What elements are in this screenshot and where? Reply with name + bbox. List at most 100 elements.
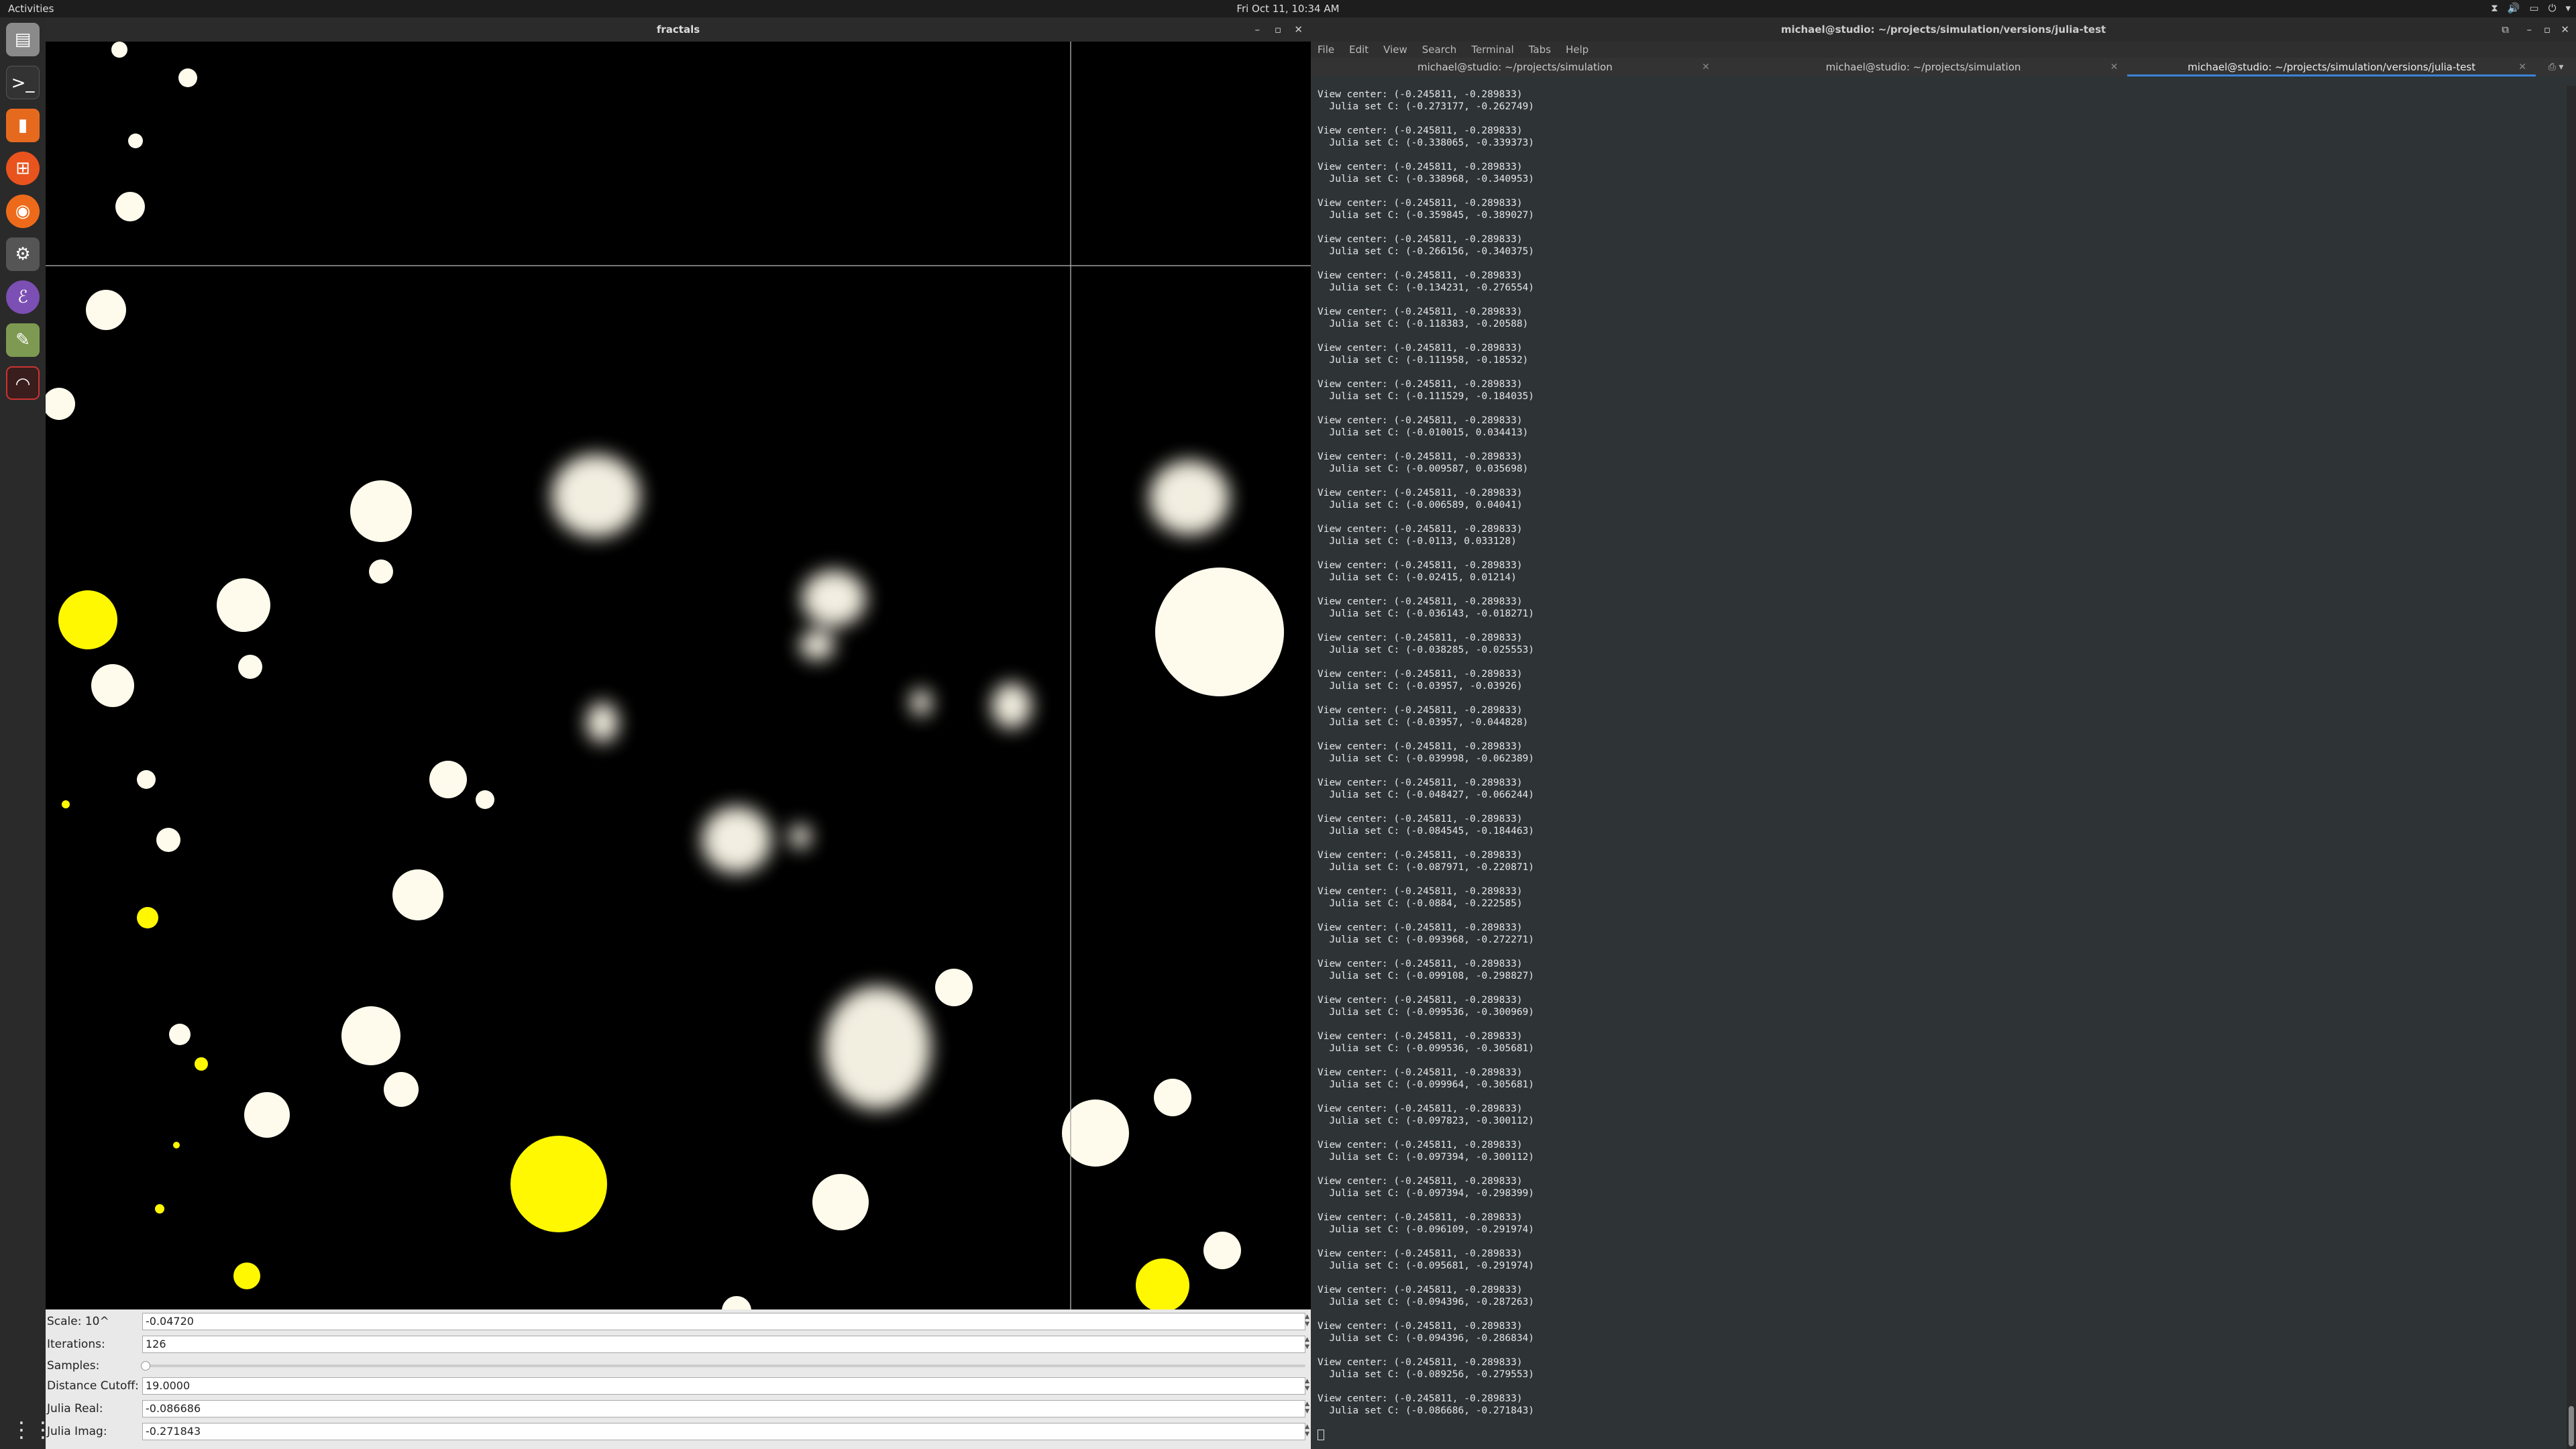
- log-entry: View center: (-0.245811, -0.289833) Juli…: [1318, 1356, 2559, 1393]
- clock[interactable]: Fri Oct 11, 10:34 AM: [0, 3, 2576, 15]
- tab-3[interactable]: michael@studio: ~/projects/simulation/ve…: [2127, 58, 2536, 76]
- terminal-scrollbar[interactable]: [2567, 86, 2576, 1449]
- julia-set-value: (-0.111529, -0.184035): [1405, 391, 1535, 402]
- scale-stepper[interactable]: ▲ ▼: [1305, 1313, 1309, 1328]
- julia-set-line: Julia set C: (-0.093968, -0.272271): [1318, 934, 1535, 945]
- maximize-icon[interactable]: ▫: [1275, 17, 1281, 42]
- log-entry: View center: (-0.245811, -0.289833) Juli…: [1318, 559, 2559, 596]
- menu-view[interactable]: View: [1383, 42, 1407, 58]
- log-entry: View center: (-0.245811, -0.289833) Juli…: [1318, 632, 2559, 668]
- log-entry: View center: (-0.245811, -0.289833) Juli…: [1318, 197, 2559, 233]
- samples-slider[interactable]: [141, 1361, 1305, 1371]
- scale-input[interactable]: -0.04720: [142, 1313, 1305, 1330]
- julia-set-value: (-0.111958, -0.18532): [1405, 355, 1529, 366]
- menu-terminal[interactable]: Terminal: [1471, 42, 1513, 58]
- terminal-output[interactable]: View center: (-0.245811, -0.289833) Juli…: [1311, 86, 2565, 1449]
- minimize-icon[interactable]: –: [1255, 17, 1260, 42]
- view-center-line: View center: (-0.245811, -0.289833): [1318, 270, 1523, 281]
- julia-set-line: Julia set C: (-0.099964, -0.305681): [1318, 1079, 1535, 1090]
- distance-cutoff-stepper[interactable]: ▲ ▼: [1305, 1378, 1309, 1393]
- julia-imag-stepper[interactable]: ▲ ▼: [1305, 1424, 1309, 1438]
- terminal-window: michael@studio: ~/projects/simulation/ve…: [1311, 17, 2576, 1449]
- fractals-titlebar[interactable]: fractals – ▫ ✕: [46, 17, 1311, 42]
- view-center-line: View center: (-0.245811, -0.289833): [1318, 1140, 1523, 1150]
- terminal-icon[interactable]: >_: [6, 66, 40, 99]
- julia-set-value: (-0.099536, -0.305681): [1405, 1043, 1535, 1054]
- iterations-label: Iterations:: [47, 1338, 105, 1351]
- view-center-line: View center: (-0.245811, -0.289833): [1318, 1212, 1523, 1223]
- julia-imag-input[interactable]: -0.271843: [142, 1423, 1305, 1440]
- close-tab-icon[interactable]: ✕: [2110, 58, 2118, 76]
- system-tray[interactable]: ⧗ 🔊 ▭ ⏻ ▾: [2491, 2, 2571, 14]
- menu-tabs[interactable]: Tabs: [1529, 42, 1551, 58]
- view-center-line: View center: (-0.245811, -0.289833): [1318, 415, 1523, 426]
- fractal-canvas[interactable]: [46, 42, 1311, 1309]
- view-center-line: View center: (-0.245811, -0.289833): [1318, 488, 1523, 498]
- view-center-line: View center: (-0.245811, -0.289833): [1318, 1285, 1523, 1295]
- julia-set-value: (-0.096109, -0.291974): [1405, 1224, 1535, 1235]
- log-entry: View center: (-0.245811, -0.289833) Juli…: [1318, 523, 2559, 559]
- close-tab-icon[interactable]: ✕: [2518, 58, 2526, 76]
- close-tab-icon[interactable]: ✕: [1702, 58, 1710, 76]
- firefox-icon[interactable]: ◉: [6, 195, 40, 228]
- distance-cutoff-input[interactable]: 19.0000: [142, 1377, 1305, 1395]
- view-center-line: View center: (-0.245811, -0.289833): [1318, 234, 1523, 245]
- julia-real-input[interactable]: -0.086686: [142, 1400, 1305, 1417]
- volume-icon[interactable]: 🔊: [2508, 2, 2520, 14]
- log-entry: View center: (-0.245811, -0.289833) Juli…: [1318, 1067, 2559, 1103]
- tab-menu-icon[interactable]: ⎙ ▾: [2536, 58, 2576, 76]
- julia-set-line: Julia set C: (-0.111529, -0.184035): [1318, 391, 1535, 402]
- slider-handle[interactable]: [141, 1361, 150, 1371]
- julia-set-value: (-0.097394, -0.298399): [1405, 1188, 1535, 1199]
- maximize-icon[interactable]: ▫: [2544, 17, 2551, 42]
- files-icon[interactable]: ▤: [6, 23, 40, 56]
- julia-set-value: (-0.089256, -0.279553): [1405, 1369, 1535, 1380]
- terminal-menubar: File Edit View Search Terminal Tabs Help: [1311, 42, 2576, 58]
- window-title: fractals: [656, 23, 700, 36]
- julia-set-value: (-0.134231, -0.276554): [1405, 282, 1535, 293]
- julia-set-value: (-0.087971, -0.220871): [1405, 862, 1535, 873]
- julia-set-value: (-0.094396, -0.286834): [1405, 1333, 1535, 1344]
- tab-1[interactable]: michael@studio: ~/projects/simulation ✕: [1311, 58, 1719, 76]
- view-center-line: View center: (-0.245811, -0.289833): [1318, 596, 1523, 607]
- iterations-stepper[interactable]: ▲ ▼: [1305, 1336, 1309, 1351]
- settings-icon[interactable]: ⚙: [6, 237, 40, 271]
- view-center-line: View center: (-0.245811, -0.289833): [1318, 850, 1523, 861]
- terminal-titlebar[interactable]: michael@studio: ~/projects/simulation/ve…: [1311, 17, 2576, 42]
- network-icon[interactable]: ⧗: [2491, 2, 2498, 14]
- tab-2[interactable]: michael@studio: ~/projects/simulation ✕: [1719, 58, 2128, 76]
- log-entry: View center: (-0.245811, -0.289833) Juli…: [1318, 487, 2559, 523]
- julia-real-stepper[interactable]: ▲ ▼: [1305, 1401, 1309, 1415]
- menu-help[interactable]: Help: [1566, 42, 1589, 58]
- fractal-render[interactable]: [46, 42, 1311, 1309]
- julia-set-value: (-0.0113, 0.033128): [1405, 536, 1517, 547]
- log-entry: View center: (-0.245811, -0.289833) Juli…: [1318, 741, 2559, 777]
- menu-search[interactable]: Search: [1422, 42, 1457, 58]
- iterations-input[interactable]: 126: [142, 1336, 1305, 1353]
- julia-set-line: Julia set C: (-0.03957, -0.044828): [1318, 717, 1529, 728]
- menu-edit[interactable]: Edit: [1349, 42, 1368, 58]
- scroll-thumb[interactable]: [2569, 1406, 2574, 1446]
- close-icon[interactable]: ✕: [2561, 17, 2569, 42]
- power-icon[interactable]: ⏻: [2548, 2, 2557, 14]
- julia-set-value: (-0.03957, -0.044828): [1405, 717, 1529, 728]
- julia-real-label: Julia Real:: [47, 1402, 103, 1415]
- julia-set-line: Julia set C: (-0.009587, 0.035698): [1318, 464, 1529, 474]
- ubuntu-software-icon[interactable]: ⊞: [6, 152, 40, 185]
- new-window-icon[interactable]: ⧉: [2502, 17, 2509, 42]
- log-entry: View center: (-0.245811, -0.289833) Juli…: [1318, 1212, 2559, 1248]
- app-icon[interactable]: ▮: [6, 109, 40, 142]
- julia-set-line: Julia set C: (-0.094396, -0.287263): [1318, 1297, 1535, 1307]
- close-icon[interactable]: ✕: [1294, 17, 1303, 42]
- view-center-line: View center: (-0.245811, -0.289833): [1318, 1393, 1523, 1404]
- view-center-line: View center: (-0.245811, -0.289833): [1318, 1248, 1523, 1259]
- chevron-down-icon[interactable]: ▾: [2565, 2, 2571, 14]
- emacs-icon[interactable]: ℰ: [6, 280, 40, 314]
- log-entry: View center: (-0.245811, -0.289833) Juli…: [1318, 994, 2559, 1030]
- menu-file[interactable]: File: [1318, 42, 1334, 58]
- battery-icon[interactable]: ▭: [2529, 2, 2538, 14]
- minimize-icon[interactable]: –: [2527, 17, 2532, 42]
- text-editor-icon[interactable]: ✎: [6, 323, 40, 357]
- fractals-app-icon[interactable]: ◠: [6, 366, 40, 400]
- view-center-line: View center: (-0.245811, -0.289833): [1318, 959, 1523, 969]
